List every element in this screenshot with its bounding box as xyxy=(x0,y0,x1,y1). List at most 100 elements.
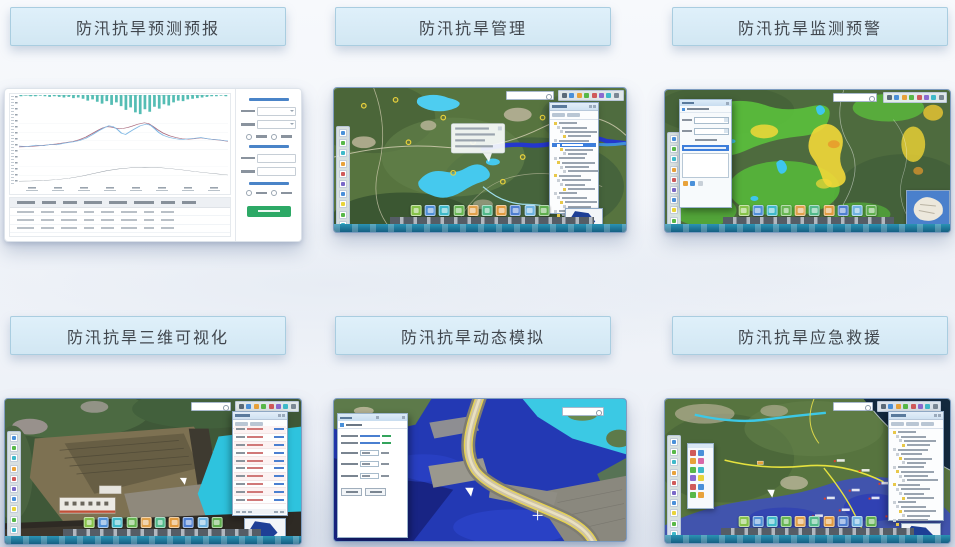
simulation-edit-dialog[interactable] xyxy=(337,413,408,538)
tool-icon[interactable] xyxy=(339,190,347,198)
drought-query-dialog[interactable] xyxy=(679,99,732,208)
map-tool-icon[interactable] xyxy=(925,404,930,409)
map-tool-icon[interactable] xyxy=(918,404,923,409)
palette-icon[interactable] xyxy=(690,484,696,490)
taskbar-app-icon[interactable] xyxy=(866,516,877,527)
taskbar-app-icon[interactable] xyxy=(795,205,806,216)
run-forecast-button[interactable] xyxy=(247,206,291,217)
map-tool-icon[interactable] xyxy=(239,404,244,409)
device-row[interactable] xyxy=(234,465,286,473)
taskbar-app-icon[interactable] xyxy=(823,205,834,216)
taskbar-app-icon[interactable] xyxy=(781,205,792,216)
tool-icon[interactable] xyxy=(10,454,18,462)
monitoring-screenshot[interactable] xyxy=(664,89,951,233)
palette-icon[interactable] xyxy=(690,475,696,481)
palette-icon[interactable] xyxy=(698,450,704,456)
taskbar-app-icon[interactable] xyxy=(155,517,166,528)
map-tool-icon[interactable] xyxy=(269,404,274,409)
palette-icon[interactable] xyxy=(698,484,704,490)
palette-icon[interactable] xyxy=(690,450,696,456)
taskbar-app-icon[interactable] xyxy=(183,517,194,528)
banner-forecast[interactable]: 防汛抗旱预测预报 xyxy=(10,7,286,46)
tool-icon[interactable] xyxy=(339,200,347,208)
map-tool-icon[interactable] xyxy=(924,95,929,100)
pagination-bar[interactable] xyxy=(234,509,286,514)
map-tool-icon[interactable] xyxy=(614,93,619,98)
tool-icon[interactable] xyxy=(670,145,678,153)
device-row[interactable] xyxy=(234,457,286,465)
legend-icon[interactable] xyxy=(683,181,688,186)
result-item-selected[interactable] xyxy=(682,145,729,151)
taskbar-app-icon[interactable] xyxy=(809,516,820,527)
taskbar-app-icon[interactable] xyxy=(439,205,450,216)
taskbar-app-icon[interactable] xyxy=(823,516,834,527)
reset-button[interactable] xyxy=(365,488,386,496)
banner-monitoring[interactable]: 防汛抗旱监测预警 xyxy=(672,7,948,46)
tool-icon[interactable] xyxy=(670,166,678,174)
palette-icon[interactable] xyxy=(698,475,704,481)
taskbar-app-icon[interactable] xyxy=(496,205,507,216)
map-tool-icon[interactable] xyxy=(887,95,892,100)
tool-icon[interactable] xyxy=(10,495,18,503)
number-input[interactable] xyxy=(360,450,379,456)
tool-icon[interactable] xyxy=(670,135,678,143)
map-search-input[interactable] xyxy=(506,91,554,100)
taskbar-app-icon[interactable] xyxy=(140,517,151,528)
map-tool-icon[interactable] xyxy=(246,404,251,409)
tool-icon[interactable] xyxy=(10,465,18,473)
tool-icon[interactable] xyxy=(339,129,347,137)
map-tool-icon[interactable] xyxy=(599,93,604,98)
map-tool-icon[interactable] xyxy=(917,95,922,100)
map-tool-icon[interactable] xyxy=(569,93,574,98)
map-tool-icon[interactable] xyxy=(592,93,597,98)
tool-icon[interactable] xyxy=(10,485,18,493)
form-field[interactable] xyxy=(241,167,296,176)
taskbar-app-icon[interactable] xyxy=(852,205,863,216)
taskbar-app-icon[interactable] xyxy=(809,205,820,216)
taskbar-app-icon[interactable] xyxy=(453,205,464,216)
map-tool-icon[interactable] xyxy=(911,404,916,409)
tool-icon[interactable] xyxy=(670,176,678,184)
palette-icon[interactable] xyxy=(698,467,704,473)
taskbar-app-icon[interactable] xyxy=(752,205,763,216)
tool-icon[interactable] xyxy=(670,458,678,466)
minimize-icon[interactable] xyxy=(376,416,379,419)
query-icon[interactable] xyxy=(690,181,695,186)
end-date-field[interactable] xyxy=(682,128,729,136)
overview-map[interactable] xyxy=(906,190,950,228)
taskbar-app-icon[interactable] xyxy=(467,205,478,216)
tool-icon[interactable] xyxy=(339,170,347,178)
tool-icon[interactable] xyxy=(10,526,18,534)
tool-icon[interactable] xyxy=(670,186,678,194)
breach-level-row[interactable] xyxy=(341,450,404,456)
tool-icon[interactable] xyxy=(670,469,678,477)
taskbar-app-icon[interactable] xyxy=(538,205,549,216)
close-icon[interactable] xyxy=(726,102,729,105)
monitoring-device-panel[interactable] xyxy=(232,411,288,516)
map-tool-icon[interactable] xyxy=(584,93,589,98)
date-input[interactable] xyxy=(694,117,729,125)
form-field[interactable] xyxy=(241,107,296,116)
tool-icon[interactable] xyxy=(670,206,678,214)
number-input[interactable] xyxy=(360,473,379,479)
taskbar-app-icon[interactable] xyxy=(767,205,778,216)
taskbar-app-icon[interactable] xyxy=(795,516,806,527)
tool-icon[interactable] xyxy=(670,520,678,528)
map-tool-icon[interactable] xyxy=(276,404,281,409)
taskbar-app-icon[interactable] xyxy=(98,517,109,528)
map-tool-icon[interactable] xyxy=(896,404,901,409)
date-input[interactable] xyxy=(694,128,729,136)
map-search-input[interactable] xyxy=(191,402,231,411)
palette-icon[interactable] xyxy=(698,492,704,498)
result-list[interactable] xyxy=(682,153,729,178)
taskbar-app-icon[interactable] xyxy=(781,516,792,527)
taskbar-app-icon[interactable] xyxy=(510,205,521,216)
device-row[interactable] xyxy=(234,473,286,481)
map-tool-icon[interactable] xyxy=(606,93,611,98)
dialog-tab[interactable] xyxy=(338,421,407,429)
taskbar-app-icon[interactable] xyxy=(126,517,137,528)
tool-icon[interactable] xyxy=(670,489,678,497)
close-icon[interactable] xyxy=(402,416,405,419)
radio-options[interactable] xyxy=(241,134,296,140)
taskbar-app-icon[interactable] xyxy=(752,516,763,527)
